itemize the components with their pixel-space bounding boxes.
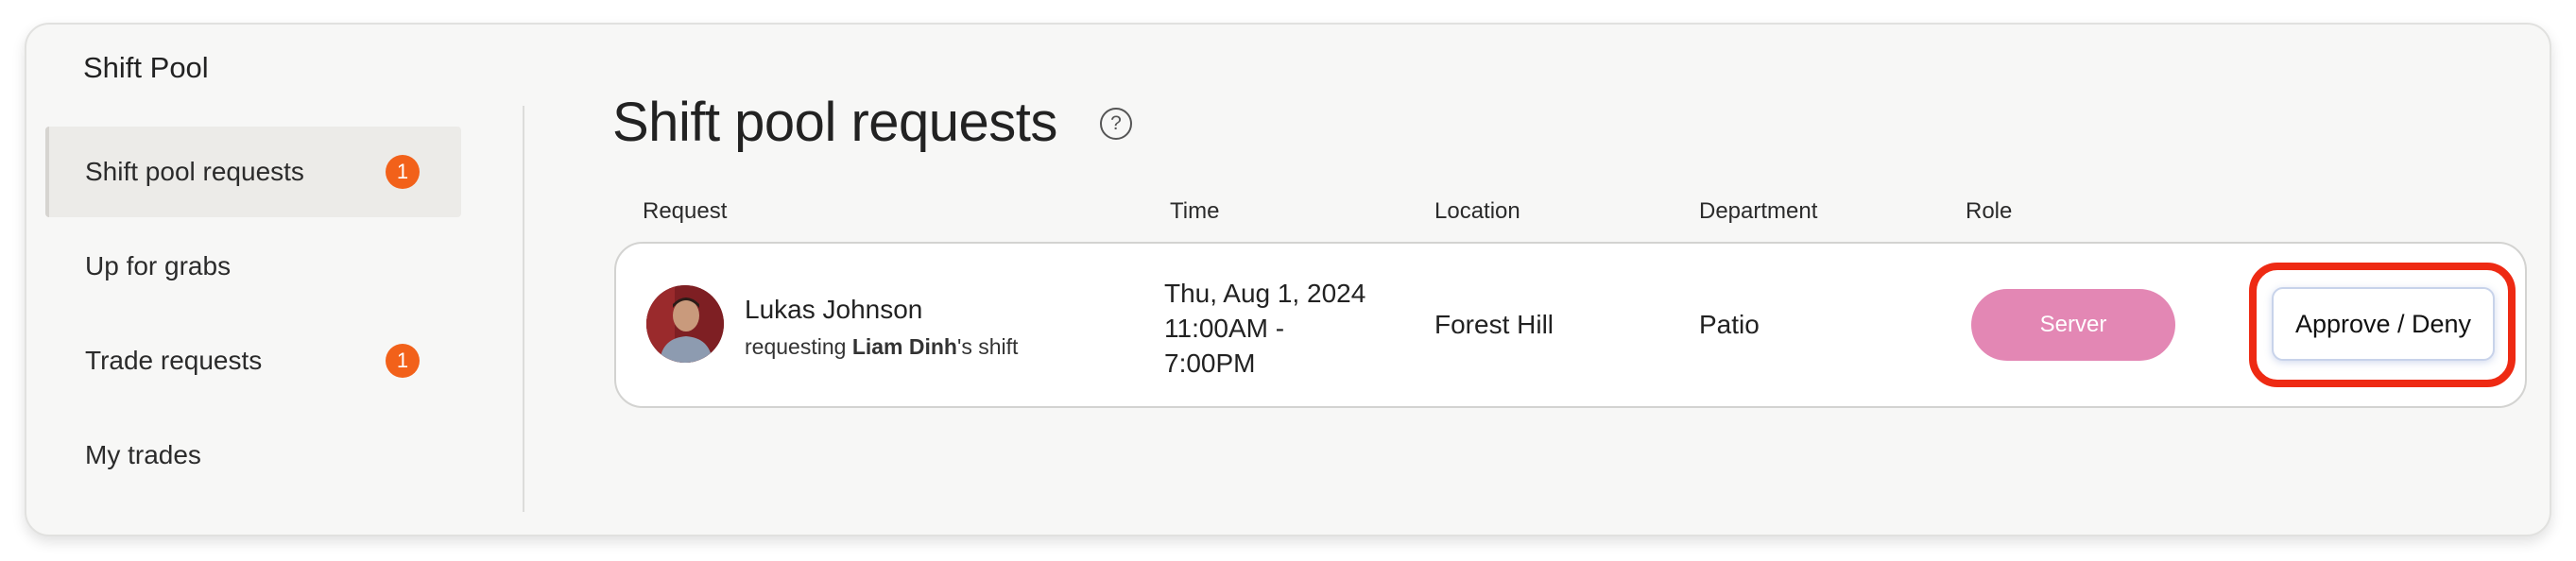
column-header-department: Department bbox=[1699, 198, 1818, 224]
column-header-time: Time bbox=[1170, 198, 1220, 224]
count-badge: 1 bbox=[386, 344, 420, 378]
column-header-request: Request bbox=[643, 198, 728, 224]
shift-pool-panel: Shift Pool Shift pool requests 1 Up for … bbox=[25, 23, 2551, 536]
location-cell: Forest Hill bbox=[1434, 310, 1554, 339]
avatar bbox=[646, 285, 724, 363]
requester-name: Lukas Johnson bbox=[745, 295, 923, 324]
sidebar-item-label: My trades bbox=[85, 440, 201, 469]
role-badge: Server bbox=[1971, 289, 2175, 361]
sidebar-item-my-trades[interactable]: My trades bbox=[45, 410, 461, 501]
column-header-role: Role bbox=[1966, 198, 2013, 224]
sidebar-divider bbox=[523, 106, 524, 512]
request-description: requesting Liam Dinh's shift bbox=[745, 334, 1019, 359]
sidebar-item-up-for-grabs[interactable]: Up for grabs bbox=[45, 221, 461, 312]
app-title: Shift Pool bbox=[83, 51, 209, 84]
question-circle-icon[interactable]: ? bbox=[1100, 108, 1132, 140]
shift-time: Thu, Aug 1, 2024 11:00AM - 7:00PM bbox=[1164, 279, 1366, 378]
sidebar-item-label: Trade requests bbox=[85, 346, 263, 375]
page-title: Shift pool requests bbox=[612, 92, 1057, 153]
approve-deny-button[interactable]: Approve / Deny bbox=[2272, 287, 2495, 361]
table-row: Lukas Johnson requesting Liam Dinh's shi… bbox=[614, 242, 2527, 408]
count-badge: 1 bbox=[386, 155, 420, 189]
sidebar-item-label: Shift pool requests bbox=[85, 157, 304, 186]
sidebar-item-label: Up for grabs bbox=[85, 251, 232, 280]
department-cell: Patio bbox=[1699, 310, 1760, 339]
sidebar-item-trade-requests[interactable]: Trade requests 1 bbox=[45, 315, 461, 406]
sidebar-item-shift-pool-requests[interactable]: Shift pool requests 1 bbox=[45, 127, 461, 217]
column-header-location: Location bbox=[1434, 198, 1520, 224]
requested-employee-name: Liam Dinh bbox=[851, 334, 957, 359]
